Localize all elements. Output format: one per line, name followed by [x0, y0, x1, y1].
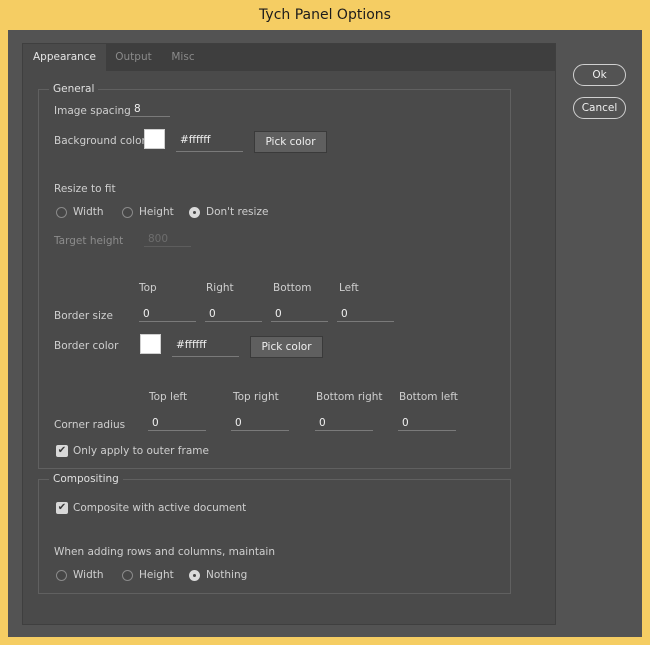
border-right-input[interactable]: 0: [205, 306, 262, 322]
cancel-button[interactable]: Cancel: [573, 97, 626, 119]
border-header-top: Top: [139, 282, 157, 294]
tab-appearance[interactable]: Appearance: [23, 44, 106, 71]
corner-header-top-right: Top right: [233, 391, 279, 403]
border-header-bottom: Bottom: [273, 282, 312, 294]
border-top-input[interactable]: 0: [139, 306, 196, 322]
background-pick-color-button[interactable]: Pick color: [254, 131, 327, 153]
maintain-height-label[interactable]: Height: [139, 569, 174, 581]
corner-top-left-input[interactable]: 0: [148, 415, 206, 431]
compositing-group-title: Compositing: [49, 473, 123, 485]
window-title: Tych Panel Options: [259, 7, 391, 23]
maintain-nothing-radio[interactable]: [189, 570, 200, 581]
background-color-swatch[interactable]: [144, 129, 165, 149]
corner-header-bottom-left: Bottom left: [399, 391, 458, 403]
background-color-label: Background color: [54, 135, 146, 147]
ok-button[interactable]: Ok: [573, 64, 626, 86]
compositing-group: Compositing ✔ Composite with active docu…: [38, 473, 511, 594]
dialog-client: Appearance Output Misc General Image spa…: [8, 30, 642, 637]
background-color-hex-input[interactable]: #ffffff: [176, 130, 243, 152]
border-left-input[interactable]: 0: [337, 306, 394, 322]
resize-height-radio[interactable]: [122, 207, 133, 218]
corner-radius-label: Corner radius: [54, 419, 126, 431]
border-size-label: Border size: [54, 310, 113, 322]
border-pick-color-button[interactable]: Pick color: [250, 336, 323, 358]
target-height-label: Target height: [54, 235, 124, 247]
image-spacing-label: Image spacing: [54, 105, 131, 117]
maintain-width-label[interactable]: Width: [73, 569, 104, 581]
border-header-left: Left: [339, 282, 359, 294]
border-color-swatch[interactable]: [140, 334, 161, 354]
corner-bottom-right-input[interactable]: 0: [315, 415, 373, 431]
outer-frame-checkbox[interactable]: ✔: [56, 445, 68, 457]
target-height-input[interactable]: 800: [144, 231, 191, 247]
corner-bottom-left-input[interactable]: 0: [398, 415, 456, 431]
resize-width-label[interactable]: Width: [73, 206, 104, 218]
maintain-height-radio[interactable]: [122, 570, 133, 581]
corner-header-bottom-right: Bottom right: [316, 391, 383, 403]
resize-dont-resize-radio[interactable]: [189, 207, 200, 218]
maintain-label: When adding rows and columns, maintain: [54, 546, 275, 558]
border-color-hex-input[interactable]: #ffffff: [172, 335, 239, 357]
resize-height-label[interactable]: Height: [139, 206, 174, 218]
maintain-nothing-label[interactable]: Nothing: [206, 569, 247, 581]
resize-width-radio[interactable]: [56, 207, 67, 218]
general-group-title: General: [49, 83, 99, 95]
tab-misc[interactable]: Misc: [160, 44, 206, 71]
corner-top-right-input[interactable]: 0: [231, 415, 289, 431]
border-color-label: Border color: [54, 340, 119, 352]
resize-to-fit-label: Resize to fit: [54, 183, 116, 195]
resize-dont-resize-label[interactable]: Don't resize: [206, 206, 268, 218]
tab-bar: Appearance Output Misc: [23, 44, 555, 71]
maintain-width-radio[interactable]: [56, 570, 67, 581]
general-group: General Image spacing 8 Background color…: [38, 83, 511, 469]
composite-checkbox[interactable]: ✔: [56, 502, 68, 514]
image-spacing-input[interactable]: 8: [130, 101, 170, 117]
outer-frame-label[interactable]: Only apply to outer frame: [73, 445, 209, 457]
corner-header-top-left: Top left: [149, 391, 188, 403]
composite-label[interactable]: Composite with active document: [73, 502, 246, 514]
border-header-right: Right: [206, 282, 234, 294]
tab-output[interactable]: Output: [107, 44, 160, 71]
tab-panel: Appearance Output Misc General Image spa…: [22, 43, 556, 625]
dialog-window: Tych Panel Options Appearance Output Mis…: [0, 0, 650, 645]
border-bottom-input[interactable]: 0: [271, 306, 328, 322]
